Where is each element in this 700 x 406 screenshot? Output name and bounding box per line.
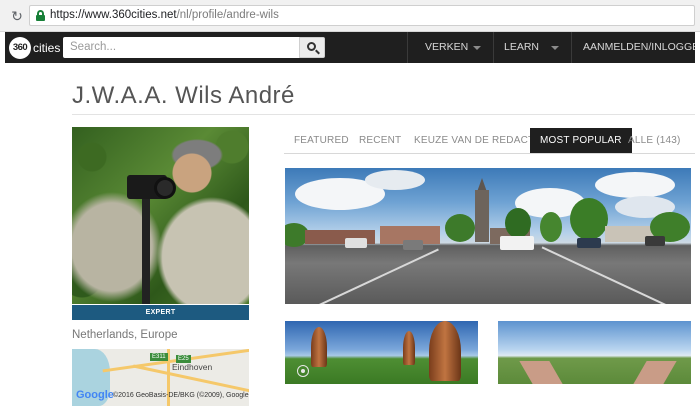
site-navbar: 360 cities Search... VERKEN LEARN AANMEL…: [5, 32, 695, 63]
tree-shape: [540, 212, 562, 242]
tabs-underline: [284, 153, 695, 154]
url-domain: https://www.360cities.net: [50, 9, 177, 21]
tab-most-popular[interactable]: MOST POPULAR: [530, 128, 632, 154]
search-input[interactable]: Search...: [63, 37, 299, 58]
car-shape: [577, 238, 601, 248]
location-map[interactable]: E311 E25 Eindhoven Google ©2016 GeoBasis…: [72, 349, 249, 406]
cloud-shape: [595, 172, 675, 198]
path-shape: [629, 361, 677, 384]
nav-separator: [571, 32, 572, 63]
tree-shape: [570, 198, 608, 240]
address-bar[interactable]: https://www.360cities.net/nl/profile/and…: [29, 5, 695, 26]
logo-badge: 360: [9, 37, 31, 59]
church-tower-shape: [475, 190, 489, 242]
tab-recent[interactable]: RECENT: [359, 128, 401, 154]
expert-badge: EXPERT: [72, 305, 249, 320]
pano-360-dot: [301, 369, 305, 373]
map-attribution: ©2016 GeoBasis-DE/BKG (©2009), Google: [113, 392, 249, 399]
tree-shape: [505, 208, 531, 238]
browser-toolbar: ↻ https://www.360cities.net/nl/profile/a…: [0, 0, 700, 32]
tab-featured[interactable]: FEATURED: [294, 128, 349, 154]
logo-word: cities: [33, 41, 61, 55]
sculpture-shape: [311, 327, 327, 367]
tab-editors-choice[interactable]: KEUZE VAN DE REDACTIE: [414, 128, 544, 154]
map-road-label: E311: [150, 353, 168, 361]
nav-explore[interactable]: VERKEN: [425, 32, 468, 63]
path-shape: [519, 361, 567, 384]
road-marking-shape: [541, 246, 679, 304]
tree-shape: [445, 214, 475, 242]
title-divider: [72, 114, 695, 115]
url-path: /nl/profile/andre-wils: [176, 9, 279, 21]
tripod-shape: [142, 199, 150, 304]
nav-separator: [407, 32, 408, 63]
car-shape: [403, 240, 423, 250]
profile-photo[interactable]: [72, 127, 249, 304]
lock-icon: [36, 10, 45, 21]
cloud-shape: [365, 170, 425, 190]
car-shape: [645, 236, 665, 246]
google-logo: Google: [76, 389, 114, 401]
road-marking-shape: [311, 248, 439, 304]
profile-location[interactable]: Netherlands, Europe: [72, 329, 177, 341]
chevron-down-icon[interactable]: [473, 46, 481, 50]
reload-icon[interactable]: ↻: [9, 8, 25, 24]
camera-lens-shape: [154, 177, 176, 199]
car-shape: [345, 238, 367, 248]
profile-name: J.W.A.A. Wils André: [72, 82, 295, 109]
site-logo[interactable]: 360 cities: [9, 37, 60, 59]
nav-login[interactable]: AANMELDEN/INLOGGEN: [583, 32, 695, 63]
nav-learn[interactable]: LEARN: [504, 32, 539, 63]
nav-separator: [493, 32, 494, 63]
search-button[interactable]: [299, 37, 325, 58]
car-shape: [500, 236, 534, 250]
panorama-thumbnail[interactable]: [498, 321, 691, 384]
map-city-label: Eindhoven: [172, 362, 213, 372]
panorama-thumbnail[interactable]: [285, 168, 691, 304]
chevron-down-icon[interactable]: [551, 46, 559, 50]
sculpture-shape: [429, 321, 461, 381]
sculpture-shape: [403, 331, 415, 365]
panorama-thumbnail[interactable]: [285, 321, 478, 384]
tab-all[interactable]: ALLE (143): [628, 128, 681, 154]
web-page: 360 cities Search... VERKEN LEARN AANMEL…: [5, 32, 695, 406]
url-text: https://www.360cities.net/nl/profile/and…: [50, 9, 279, 21]
